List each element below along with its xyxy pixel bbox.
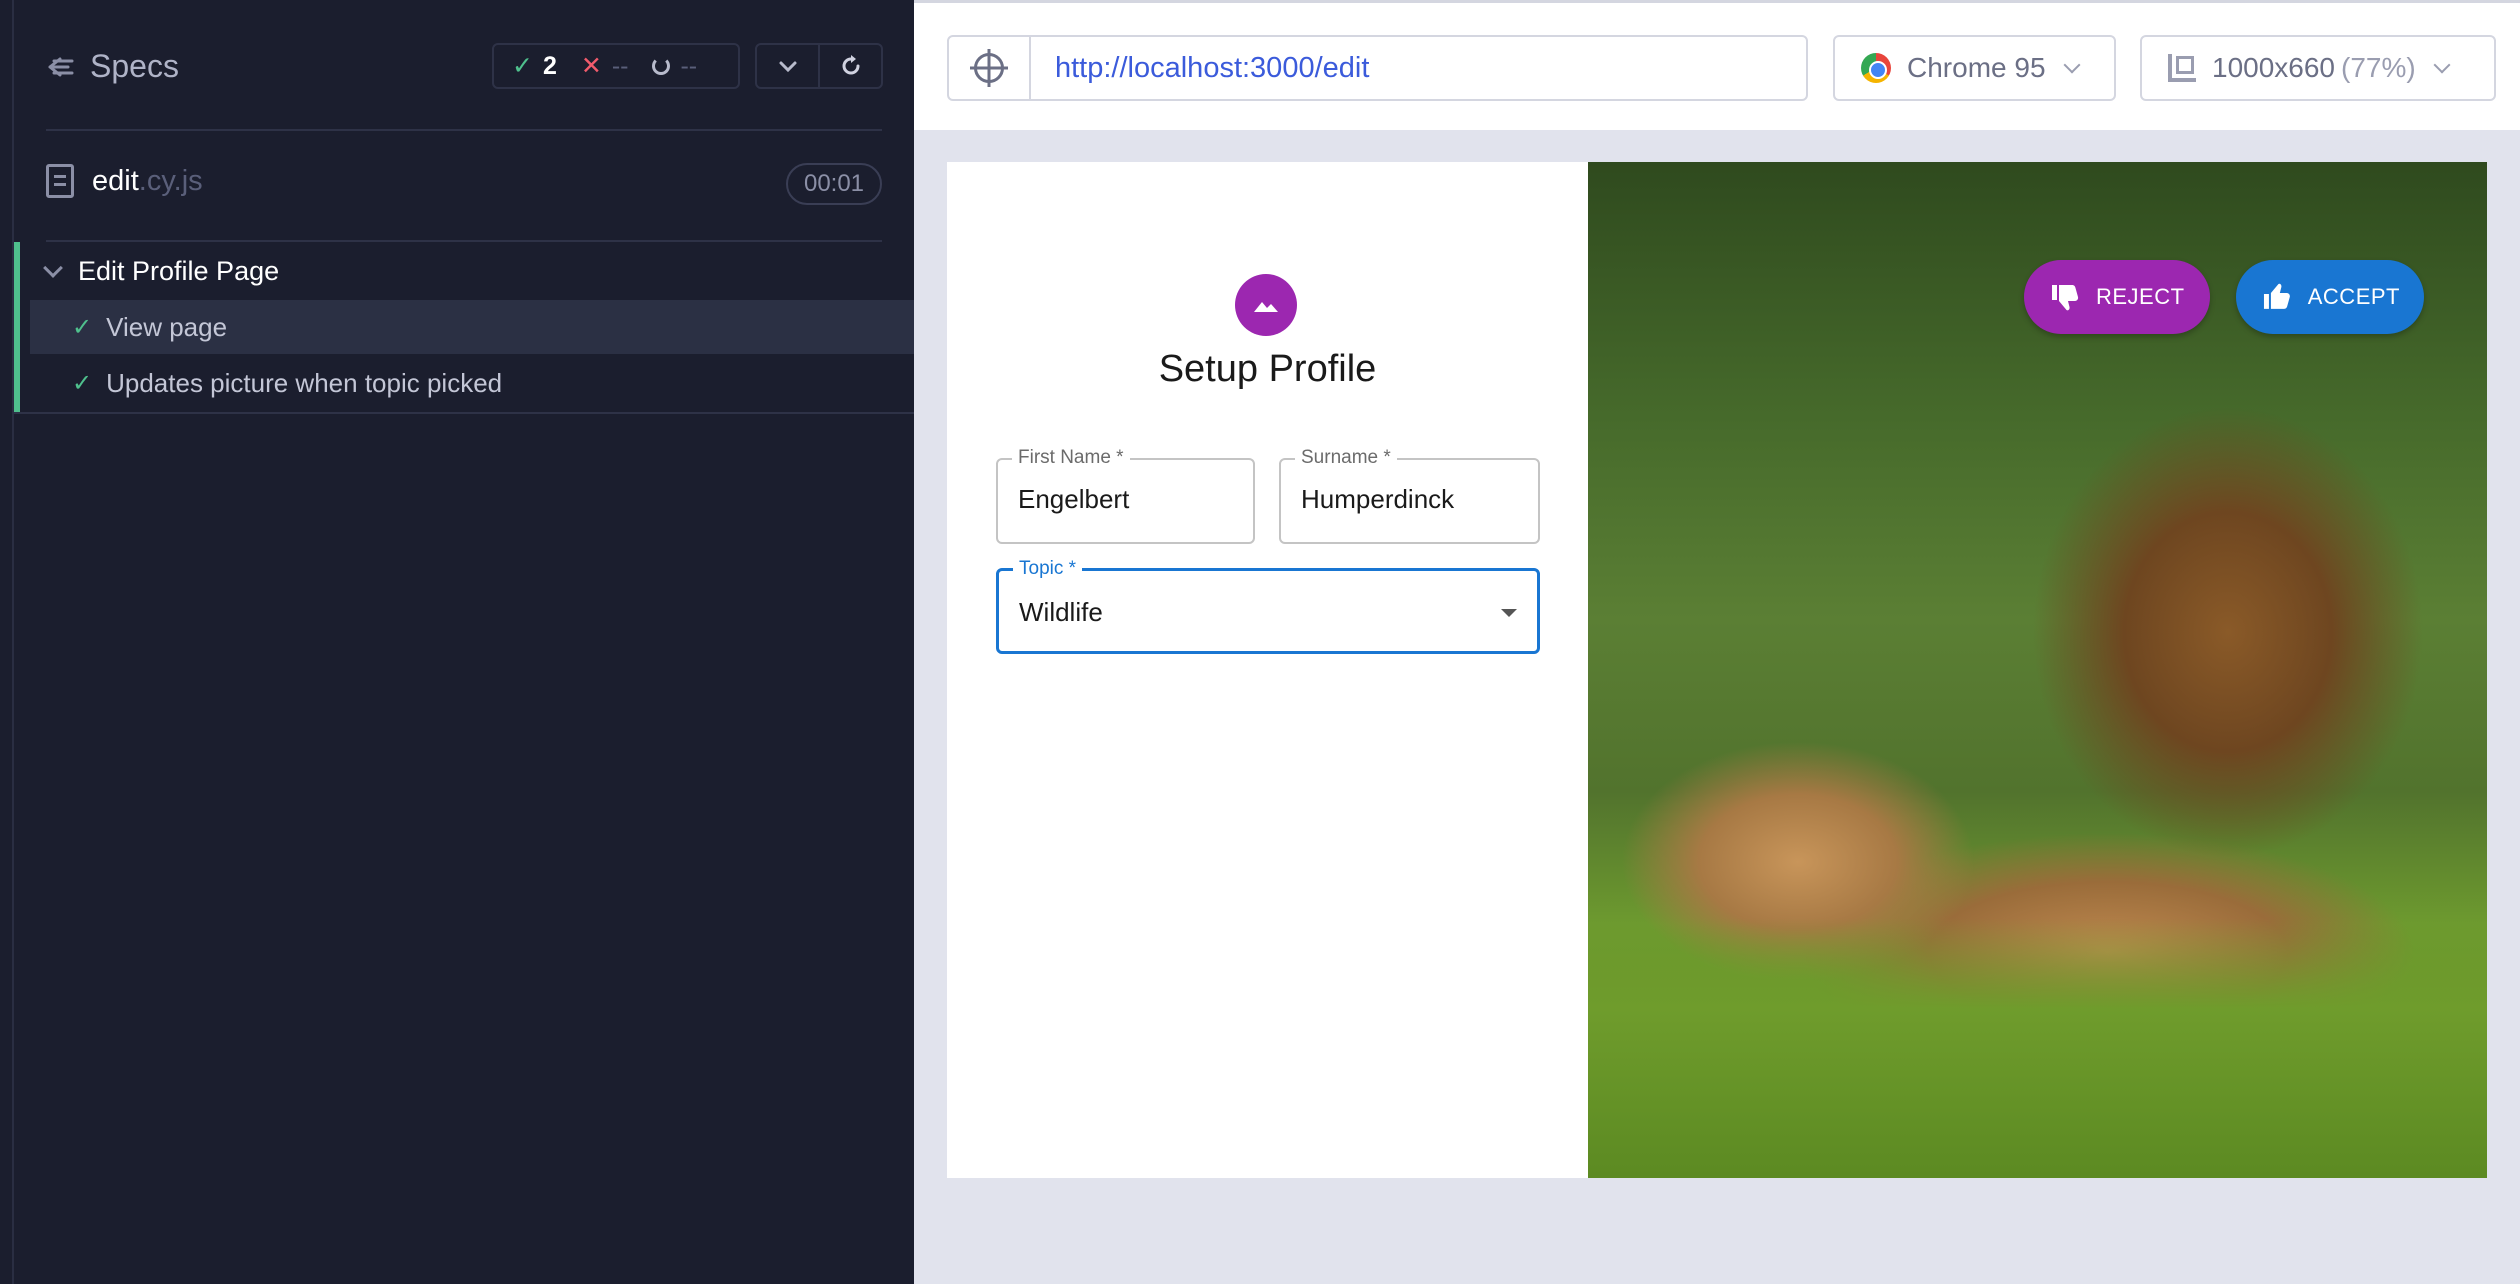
surname-label: Surname * xyxy=(1295,447,1397,469)
refresh-icon xyxy=(842,55,859,75)
aut-toolbar: http://localhost:3000/edit Chrome 95 100… xyxy=(914,0,2520,130)
topic-label: Topic * xyxy=(1013,558,1083,580)
failed-count: -- xyxy=(611,51,629,80)
accept-label: ACCEPT xyxy=(2307,284,2400,309)
surname-field[interactable]: Surname * Humperdinck xyxy=(1279,447,1540,544)
check-icon: ✓ xyxy=(512,52,533,80)
test-suite: Edit Profile Page ✓ View page ✓ Updates … xyxy=(14,242,920,414)
suite-header[interactable]: Edit Profile Page xyxy=(43,256,280,287)
check-icon: ✓ xyxy=(72,313,93,341)
reporter-controls xyxy=(755,43,883,89)
profile-form: Setup Profile First Name * Engelbert Sur… xyxy=(947,162,1588,1178)
test-stats: ✓ 2 ✕ -- -- xyxy=(492,43,740,89)
specs-title: Specs xyxy=(90,48,179,84)
chevron-down-icon xyxy=(779,61,796,73)
dropdown-arrow-icon xyxy=(1501,609,1517,617)
avatar xyxy=(1235,274,1297,336)
stat-pending: -- xyxy=(652,52,697,81)
reject-button[interactable]: REJECT xyxy=(2024,260,2210,334)
reporter-edge xyxy=(0,0,14,1284)
landscape-icon xyxy=(1254,302,1278,312)
chrome-icon xyxy=(1861,53,1891,83)
thumbs-up-icon xyxy=(2263,283,2290,309)
document-icon xyxy=(46,164,74,198)
passed-count: 2 xyxy=(542,51,557,80)
surname-value: Humperdinck xyxy=(1301,484,1455,514)
spec-name: edit xyxy=(92,164,139,197)
test-item-updates-picture[interactable]: ✓ Updates picture when topic picked xyxy=(30,356,920,410)
back-arrow-icon xyxy=(48,57,74,76)
chevron-down-icon xyxy=(2433,56,2451,74)
url-bar: http://localhost:3000/edit xyxy=(947,35,1808,101)
viewport-dropdown[interactable]: 1000x660 (77%) xyxy=(2140,35,2496,101)
reporter-panel: Specs ✓ 2 ✕ -- -- edit.cy.js 00:01 Edit … xyxy=(0,0,920,1284)
spec-file[interactable]: edit.cy.js xyxy=(46,164,203,198)
browser-label: Chrome 95 xyxy=(1907,52,2046,83)
duration-badge: 00:01 xyxy=(786,163,882,205)
ruler-icon xyxy=(2168,54,2196,82)
pending-count: -- xyxy=(680,51,698,80)
suite-title: Edit Profile Page xyxy=(78,256,280,286)
aut-panel: http://localhost:3000/edit Chrome 95 100… xyxy=(914,0,2520,1284)
browser-dropdown[interactable]: Chrome 95 xyxy=(1833,35,2116,101)
test-label: Updates picture when topic picked xyxy=(106,367,503,398)
spec-filename: edit.cy.js xyxy=(92,165,203,198)
x-icon: ✕ xyxy=(580,52,602,80)
chevron-down-icon xyxy=(43,257,63,278)
spec-ext: .cy.js xyxy=(138,164,203,197)
divider xyxy=(14,412,914,414)
viewport-label: 1000x660 xyxy=(2212,52,2336,83)
divider xyxy=(46,129,882,131)
first-name-value: Engelbert xyxy=(1018,484,1130,514)
pending-icon xyxy=(652,57,671,75)
rerun-button[interactable] xyxy=(818,45,881,87)
first-name-label: First Name * xyxy=(1012,447,1130,469)
topic-select[interactable]: Topic * Wildlife xyxy=(996,558,1540,654)
reject-label: REJECT xyxy=(2096,284,2185,309)
topic-image: REJECT ACCEPT xyxy=(1588,162,2487,1178)
check-icon: ✓ xyxy=(72,369,93,397)
test-label: View page xyxy=(106,311,228,342)
url-text[interactable]: http://localhost:3000/edit xyxy=(1031,52,1369,85)
viewport-scale: (77%) xyxy=(2341,52,2416,83)
specs-link[interactable]: Specs xyxy=(46,48,179,85)
image-grass xyxy=(1588,918,2487,1178)
collapse-all-button[interactable] xyxy=(757,45,818,87)
stat-passed: ✓ 2 xyxy=(512,51,557,81)
selector-playground-button[interactable] xyxy=(949,37,1031,99)
thumbs-down-icon xyxy=(2052,285,2079,311)
stat-failed: ✕ -- xyxy=(581,51,629,81)
crosshair-icon xyxy=(974,53,1004,83)
accept-button[interactable]: ACCEPT xyxy=(2236,260,2424,334)
topic-value: Wildlife xyxy=(1019,597,1103,627)
test-item-view-page[interactable]: ✓ View page xyxy=(30,300,920,354)
app-under-test: Setup Profile First Name * Engelbert Sur… xyxy=(947,162,2487,1178)
page-title: Setup Profile xyxy=(1158,348,1377,390)
chevron-down-icon xyxy=(2063,56,2081,74)
first-name-field[interactable]: First Name * Engelbert xyxy=(996,447,1255,544)
